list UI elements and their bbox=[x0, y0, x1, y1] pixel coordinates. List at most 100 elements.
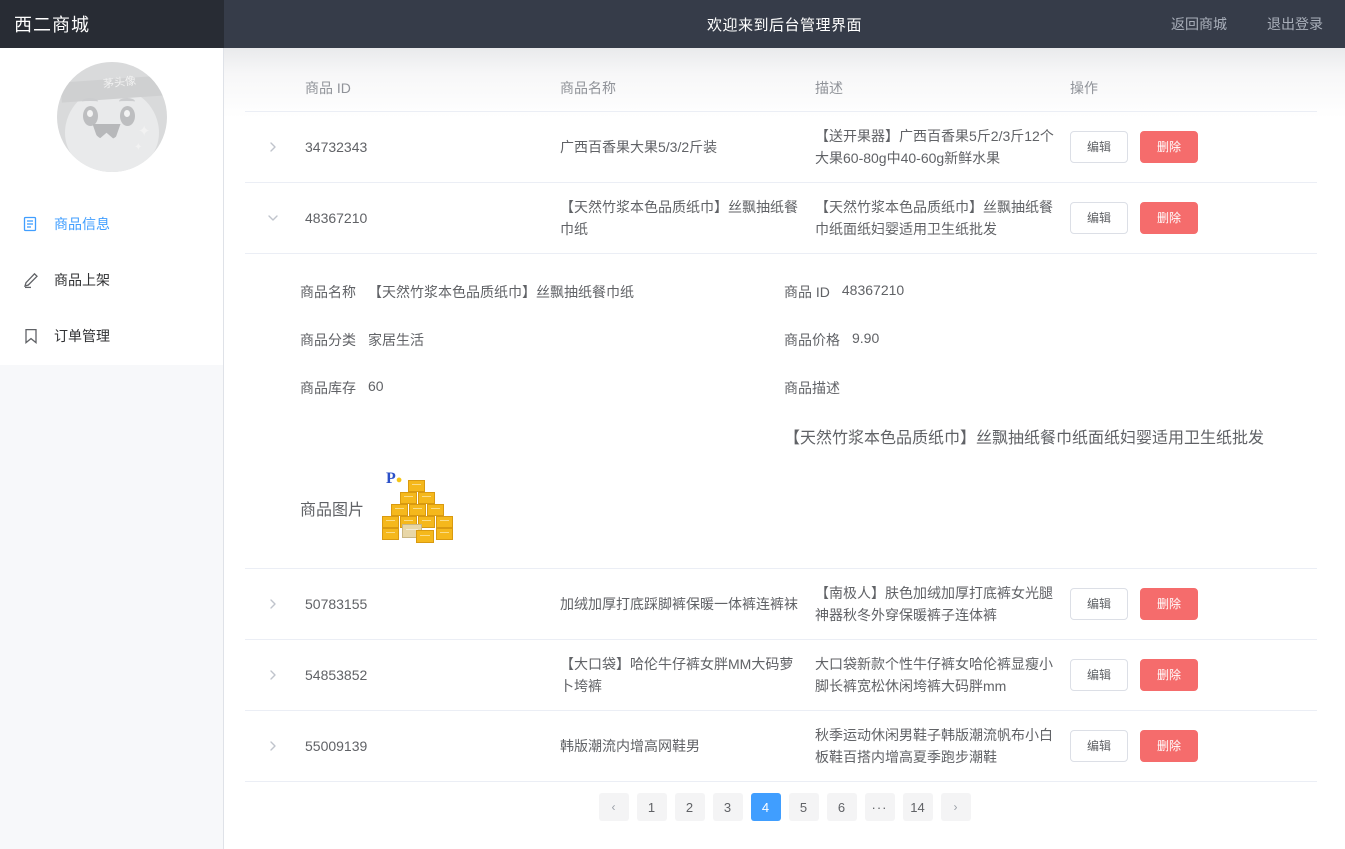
pagination-page-3[interactable]: 3 bbox=[713, 793, 743, 821]
carton-icon bbox=[436, 528, 453, 540]
carton-icon bbox=[427, 504, 444, 516]
avatar-sparkle-icon: ✦ bbox=[138, 122, 151, 140]
product-image: Ρ● bbox=[378, 470, 454, 546]
cell-actions: 编辑 删除 bbox=[1070, 202, 1317, 234]
main-content: 商品 ID 商品名称 描述 操作 34732343 广西百香果大果5/3/2斤装… bbox=[224, 48, 1345, 849]
pagination-page-2[interactable]: 2 bbox=[675, 793, 705, 821]
delete-button[interactable]: 删除 bbox=[1140, 131, 1198, 163]
table-row[interactable]: 48367210 【天然竹浆本色品质纸巾】丝飘抽纸餐巾纸 【天然竹浆本色品质纸巾… bbox=[245, 183, 1317, 254]
edit-pencil-icon bbox=[22, 271, 40, 289]
detail-value-price: 9.90 bbox=[852, 330, 879, 346]
document-copy-icon bbox=[22, 215, 40, 233]
avatar: 茅头像 ✦ ✦ bbox=[57, 62, 167, 172]
row-expand-chevron-icon[interactable] bbox=[245, 141, 305, 153]
pagination-ellipsis[interactable]: ··· bbox=[865, 793, 895, 821]
detail-label-stock: 商品库存 bbox=[300, 378, 356, 398]
detail-label-price: 商品价格 bbox=[784, 330, 840, 350]
cell-product-desc: 【南极人】肤色加绒加厚打底裤女光腿神器秋冬外穿保暖裤子连体裤 bbox=[815, 582, 1070, 626]
delete-button[interactable]: 删除 bbox=[1140, 588, 1198, 620]
cell-actions: 编辑 删除 bbox=[1070, 588, 1317, 620]
carton-icon bbox=[382, 516, 399, 528]
sidebar-item-product-upload[interactable]: 商品上架 bbox=[0, 252, 223, 308]
edit-button[interactable]: 编辑 bbox=[1070, 659, 1128, 691]
carton-icon bbox=[418, 492, 435, 504]
detail-field-desc-value: 【天然竹浆本色品质纸巾】丝飘抽纸餐巾纸面纸妇婴适用卫生纸批发 bbox=[784, 414, 1317, 448]
carton-front-icon bbox=[416, 530, 434, 543]
cell-product-desc: 大口袋新款个性牛仔裤女哈伦裤显瘦小脚长裤宽松休闲垮裤大码胖mm bbox=[815, 653, 1070, 697]
pagination-page-1[interactable]: 1 bbox=[637, 793, 667, 821]
cell-product-name: 加绒加厚打底踩脚裤保暖一体裤连裤袜 bbox=[560, 593, 815, 615]
carton-icon bbox=[409, 504, 426, 516]
cell-actions: 编辑 删除 bbox=[1070, 730, 1317, 762]
logout-link[interactable]: 退出登录 bbox=[1267, 14, 1323, 34]
cell-actions: 编辑 删除 bbox=[1070, 131, 1317, 163]
detail-value-stock: 60 bbox=[368, 378, 384, 394]
sidebar-item-label: 商品信息 bbox=[54, 214, 110, 234]
avatar-eye-left bbox=[83, 106, 98, 126]
pagination-page-4-current[interactable]: 4 bbox=[751, 793, 781, 821]
edit-button[interactable]: 编辑 bbox=[1070, 202, 1128, 234]
table-row[interactable]: 34732343 广西百香果大果5/3/2斤装 【送开果器】广西百香果5斤2/3… bbox=[245, 112, 1317, 183]
detail-label-image: 商品图片 bbox=[300, 496, 364, 520]
avatar-brow-left bbox=[82, 98, 98, 105]
pagination-page-5[interactable]: 5 bbox=[789, 793, 819, 821]
cell-product-id: 54853852 bbox=[305, 667, 560, 683]
sidebar-item-product-info[interactable]: 商品信息 bbox=[0, 196, 223, 252]
table-header-name: 商品名称 bbox=[560, 78, 815, 98]
sidebar-item-label: 订单管理 bbox=[54, 326, 110, 346]
table-header-desc: 描述 bbox=[815, 78, 1070, 98]
avatar-headband-text: 茅头像 bbox=[102, 72, 136, 91]
top-header-bar: 欢迎来到后台管理界面 返回商城 退出登录 bbox=[224, 0, 1345, 48]
sidebar: 茅头像 ✦ ✦ 商品信息 bbox=[0, 48, 224, 849]
detail-label-name: 商品名称 bbox=[300, 282, 356, 302]
cell-product-name: 韩版潮流内增高网鞋男 bbox=[560, 735, 815, 757]
cell-product-desc: 【天然竹浆本色品质纸巾】丝飘抽纸餐巾纸面纸妇婴适用卫生纸批发 bbox=[815, 196, 1070, 240]
cell-product-desc: 【送开果器】广西百香果5斤2/3斤12个大果60-80g中40-60g新鲜水果 bbox=[815, 125, 1070, 169]
pagination-next-button[interactable]: › bbox=[941, 793, 971, 821]
table-row[interactable]: 54853852 【大口袋】哈伦牛仔裤女胖MM大码萝卜垮裤 大口袋新款个性牛仔裤… bbox=[245, 640, 1317, 711]
sidebar-menu: 商品信息 商品上架 订单管理 bbox=[0, 196, 223, 364]
cell-product-desc: 秋季运动休闲男鞋子韩版潮流帆布小白板鞋百搭内增高夏季跑步潮鞋 bbox=[815, 724, 1070, 768]
detail-label-category: 商品分类 bbox=[300, 330, 356, 350]
table-row[interactable]: 55009139 韩版潮流内增高网鞋男 秋季运动休闲男鞋子韩版潮流帆布小白板鞋百… bbox=[245, 711, 1317, 782]
avatar-container: 茅头像 ✦ ✦ bbox=[0, 62, 223, 172]
detail-field-image: 商品图片 Ρ● bbox=[300, 448, 784, 546]
row-expand-chevron-icon[interactable] bbox=[245, 598, 305, 610]
detail-field-name: 商品名称 【天然竹浆本色品质纸巾】丝飘抽纸餐巾纸 bbox=[300, 270, 784, 318]
detail-field-desc-label: 商品描述 bbox=[784, 366, 1317, 414]
pagination-page-6[interactable]: 6 bbox=[827, 793, 857, 821]
detail-image-spacer bbox=[784, 448, 1317, 546]
sidebar-item-order-management[interactable]: 订单管理 bbox=[0, 308, 223, 364]
cell-product-name: 【大口袋】哈伦牛仔裤女胖MM大码萝卜垮裤 bbox=[560, 653, 815, 697]
delete-button[interactable]: 删除 bbox=[1140, 730, 1198, 762]
brand-logo-text: 西二商城 bbox=[14, 11, 90, 37]
cell-product-id: 48367210 bbox=[305, 210, 560, 226]
pagination-prev-button[interactable]: ‹ bbox=[599, 793, 629, 821]
row-expand-chevron-icon[interactable] bbox=[245, 669, 305, 681]
carton-icon bbox=[408, 480, 425, 492]
detail-value-id: 48367210 bbox=[842, 282, 904, 298]
delete-button[interactable]: 删除 bbox=[1140, 659, 1198, 691]
row-collapse-chevron-icon[interactable] bbox=[245, 212, 305, 224]
detail-field-price: 商品价格 9.90 bbox=[784, 318, 1317, 366]
edit-button[interactable]: 编辑 bbox=[1070, 588, 1128, 620]
carton-icon bbox=[382, 528, 399, 540]
sidebar-item-label: 商品上架 bbox=[54, 270, 110, 290]
edit-button[interactable]: 编辑 bbox=[1070, 131, 1128, 163]
row-expand-chevron-icon[interactable] bbox=[245, 740, 305, 752]
table-row[interactable]: 50783155 加绒加厚打底踩脚裤保暖一体裤连裤袜 【南极人】肤色加绒加厚打底… bbox=[245, 569, 1317, 640]
edit-button[interactable]: 编辑 bbox=[1070, 730, 1128, 762]
cell-actions: 编辑 删除 bbox=[1070, 659, 1317, 691]
detail-field-category: 商品分类 家居生活 bbox=[300, 318, 784, 366]
pagination-page-14[interactable]: 14 bbox=[903, 793, 933, 821]
avatar-sparkle-small-icon: ✦ bbox=[134, 142, 142, 153]
pagination: ‹ 1 2 3 4 5 6 ··· 14 › bbox=[224, 793, 1345, 821]
back-to-shop-link[interactable]: 返回商城 bbox=[1171, 14, 1227, 34]
delete-button[interactable]: 删除 bbox=[1140, 202, 1198, 234]
detail-field-stock: 商品库存 60 bbox=[300, 366, 784, 414]
cell-product-name: 【天然竹浆本色品质纸巾】丝飘抽纸餐巾纸 bbox=[560, 196, 815, 240]
avatar-brow-right bbox=[119, 98, 135, 105]
detail-value-name: 【天然竹浆本色品质纸巾】丝飘抽纸餐巾纸 bbox=[368, 282, 634, 302]
carton-icon bbox=[400, 492, 417, 504]
carton-icon bbox=[391, 504, 408, 516]
